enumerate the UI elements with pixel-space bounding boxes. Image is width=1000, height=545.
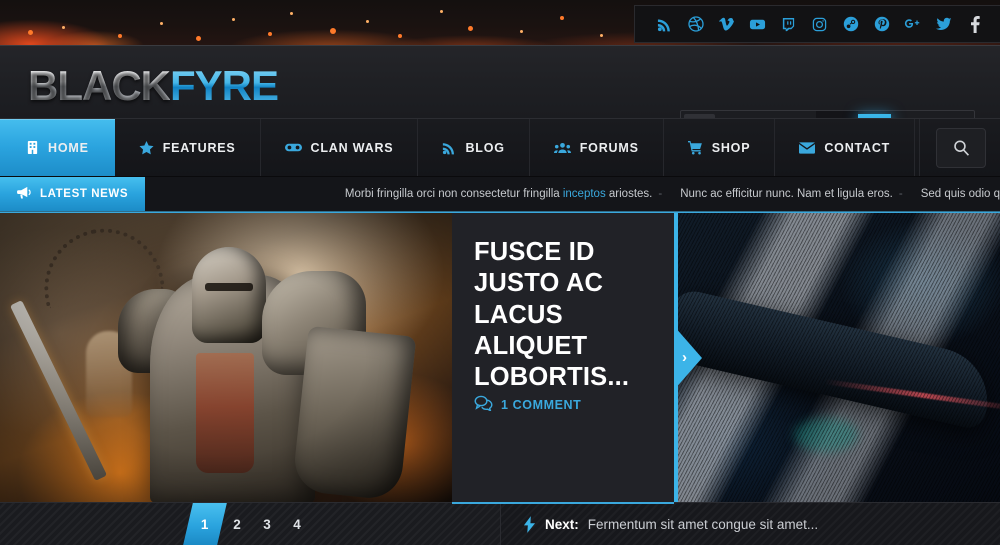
search-icon[interactable] [936,128,986,168]
pagination-page-2[interactable]: 2 [222,503,252,545]
instagram-icon[interactable] [804,7,835,41]
nav-label-features: FEATURES [162,140,236,155]
site-logo[interactable]: BLACKFYRE [28,62,279,110]
latest-news-label[interactable]: LATEST NEWS [0,177,146,211]
bottom-bar-spacer [312,503,500,545]
scifi-teal-glow [794,418,858,452]
latest-news-text: LATEST NEWS [40,188,129,200]
knight-helm [192,247,266,343]
next-slide-button[interactable] [674,326,702,390]
ticker-item-1-pre: Morbi fringilla orci non consectetur fri… [344,188,563,200]
shield-detail [291,325,417,502]
nav-item-features[interactable]: FEATURES [115,119,261,176]
nav-item-home[interactable]: HOME [0,119,115,176]
slide-comments[interactable]: 1 COMMENT [474,395,581,414]
logo-text-primary: BLACK [28,62,171,109]
scifi-craft-shape [674,286,998,432]
dribbble-icon[interactable] [680,7,711,41]
helm-visor [205,283,253,291]
main-navigation: HOME FEATURES CLAN WARS BLOG FORUMS SHOP… [0,118,1000,177]
comments-icon [474,395,493,414]
nav-label-blog: BLOG [465,140,505,155]
latest-news-ticker: LATEST NEWS Morbi fringilla orci non con… [0,177,1000,212]
nav-label-clan-wars: CLAN WARS [310,140,394,155]
ticker-item-3[interactable]: Sed quis odio q [917,188,1000,200]
cart-icon [687,140,703,155]
nav-item-clan-wars[interactable]: CLAN WARS [261,119,419,176]
comments-count-label: 1 COMMENT [501,397,582,412]
nav-label-forums: FORUMS [579,140,639,155]
slider-pagination: 1 2 3 4 [183,503,312,545]
megaphone-icon [17,186,32,202]
ticker-item-1[interactable]: Morbi fringilla orci non consectetur fri… [341,188,652,200]
featured-slider: FUSCE ID JUSTO AC LACUS ALIQUET LOBORTIS… [0,212,1000,503]
nav-item-blog[interactable]: BLOG [418,119,530,176]
twitch-icon[interactable] [773,7,804,41]
twitter-icon[interactable] [928,7,959,41]
rss-icon [442,141,456,155]
slide-next-preview[interactable]: › [674,213,1000,503]
rss-icon[interactable] [649,7,680,41]
slide-caption-panel: FUSCE ID JUSTO AC LACUS ALIQUET LOBORTIS… [452,213,674,503]
pagination-page-4[interactable]: 4 [282,503,312,545]
pagination-page-1[interactable]: 1 [183,503,227,545]
ticker-separator-1: - [658,188,663,200]
next-article-title: Fermentum sit amet congue sit amet... [587,516,819,532]
youtube-icon[interactable] [742,7,773,41]
nav-label-contact: CONTACT [824,140,891,155]
slider-bottom-bar: 1 2 3 4 Next: Fermentum sit amet congue … [0,502,1000,545]
ticker-item-1-post: ariostes. [605,188,653,200]
slide-title[interactable]: FUSCE ID JUSTO AC LACUS ALIQUET LOBORTIS… [474,237,654,394]
slide-main-image[interactable] [0,213,452,503]
caption-underline [452,502,674,504]
envelope-icon [799,141,816,154]
ticker-item-2[interactable]: Nunc ac efficitur nunc. Nam et ligula er… [676,188,893,200]
nav-label-shop: SHOP [711,140,751,155]
nav-label-home: HOME [48,140,89,155]
nav-item-shop[interactable]: SHOP [664,119,776,176]
home-icon [26,140,39,155]
google-plus-icon[interactable] [897,7,928,41]
pagination-label-1: 1 [201,516,209,532]
logo-text-accent: FYRE [169,62,279,109]
social-bar [634,5,1000,43]
page-root: BLACKFYRE REGISTER OR SIGN IN HOME F [0,0,1000,545]
next-article-link[interactable]: Next: Fermentum sit amet congue sit amet… [500,503,1000,545]
gamepad-icon [284,142,302,153]
facebook-icon[interactable] [959,7,990,41]
nav-item-contact[interactable]: CONTACT [775,119,916,176]
steam-icon[interactable] [835,7,866,41]
users-icon [553,142,571,154]
tabard-detail [196,353,254,473]
knight-artwork [0,213,452,503]
pagination-page-3[interactable]: 3 [252,503,282,545]
ticker-separator-2: - [898,188,903,200]
nav-spacer [915,119,920,176]
bolt-icon [523,515,536,533]
ticker-body: Morbi fringilla orci non consectetur fri… [145,177,1000,211]
nav-item-forums[interactable]: FORUMS [530,119,664,176]
next-article-label: Next: [545,516,579,532]
star-icon [139,140,154,155]
scifi-artwork [674,213,1000,503]
ticker-item-1-link[interactable]: inceptos [563,188,606,200]
pinterest-icon[interactable] [866,7,897,41]
vimeo-icon[interactable] [711,7,742,41]
site-header: BLACKFYRE REGISTER OR SIGN IN [0,45,1000,147]
ticker-track: Morbi fringilla orci non consectetur fri… [341,188,1000,200]
